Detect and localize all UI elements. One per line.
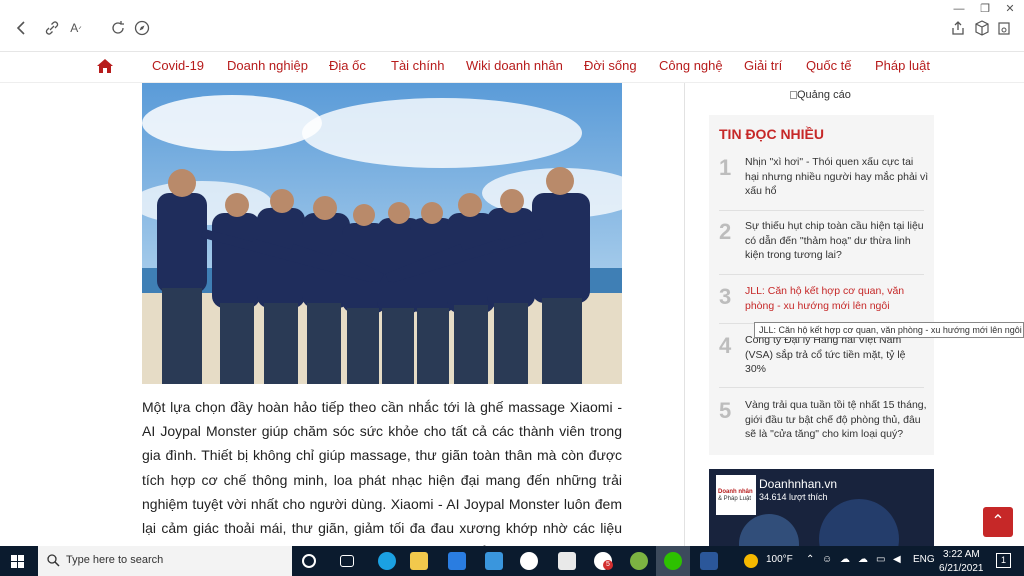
wechat-taskbar-item[interactable]: [656, 546, 690, 576]
page-logo[interactable]: Doanh nhân & Pháp Luật: [716, 475, 756, 515]
item-number: 4: [719, 333, 732, 358]
nav-wiki-doanh-nhan[interactable]: Wiki doanh nhân: [466, 58, 563, 73]
list-item[interactable]: 3 JLL: Căn hộ kết hợp cơ quan, văn phòng…: [719, 284, 924, 324]
reload-icon[interactable]: [110, 20, 126, 36]
cortana-icon[interactable]: [302, 554, 316, 568]
logo-line1: Doanh nhân: [718, 489, 753, 495]
item-title[interactable]: Nhịn "xì hơi" - Thói quen xấu cực tai hạ…: [745, 155, 929, 199]
edge-icon[interactable]: [378, 552, 396, 570]
column-divider: [684, 83, 685, 546]
taskbar-search[interactable]: Type here to search: [38, 546, 292, 576]
people-icon[interactable]: ☺: [822, 554, 832, 565]
nav-quoc-te[interactable]: Quốc tế: [806, 58, 852, 73]
page-name[interactable]: Doanhnhan.vn: [759, 477, 837, 491]
facebook-page-widget[interactable]: Doanh nhân & Pháp Luật Doanhnhan.vn 34.61…: [709, 469, 934, 546]
back-icon[interactable]: [14, 20, 30, 36]
word-icon[interactable]: [700, 552, 718, 570]
skype-icon[interactable]: [520, 552, 538, 570]
mail-icon[interactable]: [485, 552, 503, 570]
page-likes: 34.614 lượt thích: [759, 492, 828, 502]
item-number: 2: [719, 219, 732, 244]
extensions-icon[interactable]: [996, 20, 1012, 36]
mail-badge: 5: [603, 560, 613, 570]
restore-icon[interactable]: ❐: [978, 2, 992, 16]
item-title[interactable]: JLL: Căn hộ kết hợp cơ quan, văn phòng -…: [745, 284, 929, 313]
nav-tai-chinh[interactable]: Tài chính: [391, 58, 444, 73]
most-read-box: TIN ĐỌC NHIỀU 1 Nhịn "xì hơi" - Thói que…: [709, 115, 934, 455]
article-photo: [142, 83, 622, 384]
cloud-icon[interactable]: ☁: [840, 554, 850, 565]
site-nav: Covid-19 Doanh nghiệp Địa ốc Tài chính W…: [0, 53, 1024, 83]
text-size-icon[interactable]: Aᐟ: [68, 20, 84, 36]
item-title[interactable]: Vàng trải qua tuần tồi tệ nhất 15 tháng,…: [745, 398, 929, 442]
windows-start-icon[interactable]: [11, 555, 24, 568]
list-item[interactable]: 4 Công ty Đại lý Hàng hải Việt Nam (VSA)…: [719, 333, 924, 388]
list-item[interactable]: 2 Sự thiếu hụt chip toàn cầu hiện tại li…: [719, 219, 924, 275]
nav-doanh-nghiep[interactable]: Doanh nghiệp: [227, 58, 308, 73]
list-item[interactable]: 5 Vàng trải qua tuần tồi tệ nhất 15 thán…: [719, 398, 927, 448]
ad-placeholder[interactable]: Quảng cáo: [790, 89, 851, 101]
wechat-icon: [664, 552, 682, 570]
network-icon[interactable]: ▭: [876, 554, 885, 565]
search-icon: [47, 554, 60, 572]
nav-dia-oc[interactable]: Địa ốc: [329, 58, 366, 73]
item-number: 1: [719, 155, 732, 180]
list-item[interactable]: 1 Nhịn "xì hơi" - Thói quen xấu cực tai …: [719, 155, 928, 211]
notification-icon[interactable]: 1: [996, 553, 1011, 568]
browser-toolbar: Aᐟ — ❐ ✕: [0, 0, 1024, 52]
notification-count: 1: [1001, 555, 1007, 565]
nav-doi-song[interactable]: Đời sống: [584, 58, 637, 73]
weather-sun-icon[interactable]: [744, 554, 758, 568]
item-title[interactable]: Sự thiếu hụt chip toàn cầu hiện tại liệu…: [745, 219, 929, 263]
search-placeholder: Type here to search: [66, 554, 164, 566]
broken-image-icon: [790, 91, 797, 100]
logo-line2: & Pháp Luật: [718, 496, 752, 502]
item-title[interactable]: Công ty Đại lý Hàng hải Việt Nam (VSA) s…: [745, 333, 929, 377]
compass-icon[interactable]: [134, 20, 150, 36]
files-icon[interactable]: [558, 552, 576, 570]
ad-alt-text: Quảng cáo: [797, 89, 851, 101]
clock-time[interactable]: 3:22 AM: [943, 549, 980, 560]
weather-temp[interactable]: 100°F: [766, 554, 793, 565]
clock-date[interactable]: 6/21/2021: [939, 563, 984, 574]
volume-icon[interactable]: ◀: [893, 554, 901, 565]
item-number: 5: [719, 398, 732, 423]
most-read-title: TIN ĐỌC NHIỀU: [719, 126, 824, 142]
task-view-icon[interactable]: [340, 555, 354, 567]
link-icon[interactable]: [44, 20, 60, 36]
nav-giai-tri[interactable]: Giải trí: [744, 58, 782, 73]
language-indicator[interactable]: ENG: [913, 554, 935, 565]
close-icon[interactable]: ✕: [1003, 2, 1017, 16]
nav-covid-19[interactable]: Covid-19: [152, 58, 204, 73]
link-tooltip: JLL: Căn hộ kết hợp cơ quan, văn phòng -…: [754, 322, 1024, 338]
windows-taskbar: Type here to search 5 100°F ⌃ ☺ ☁ ☁ ▭ ◀ …: [0, 546, 1024, 576]
item-number: 3: [719, 284, 732, 309]
chevron-up-icon: ⌃: [991, 513, 1005, 530]
minimize-icon[interactable]: —: [952, 2, 966, 16]
home-icon[interactable]: [97, 59, 113, 73]
file-explorer-icon[interactable]: [410, 552, 428, 570]
store-icon[interactable]: [448, 552, 466, 570]
nav-phap-luat[interactable]: Pháp luật: [875, 58, 930, 73]
scroll-to-top-button[interactable]: ⌃: [983, 507, 1013, 537]
nav-cong-nghe[interactable]: Công nghệ: [659, 58, 723, 73]
app-icon[interactable]: [630, 552, 648, 570]
cloud-sync-icon[interactable]: ☁: [858, 554, 868, 565]
article-paragraph: Một lựa chọn đầy hoàn hảo tiếp theo cần …: [142, 399, 622, 560]
share-icon[interactable]: [950, 20, 966, 36]
chrome-icon[interactable]: 5: [594, 552, 613, 570]
chevron-up-tray-icon[interactable]: ⌃: [806, 554, 814, 565]
box-icon[interactable]: [974, 20, 990, 36]
